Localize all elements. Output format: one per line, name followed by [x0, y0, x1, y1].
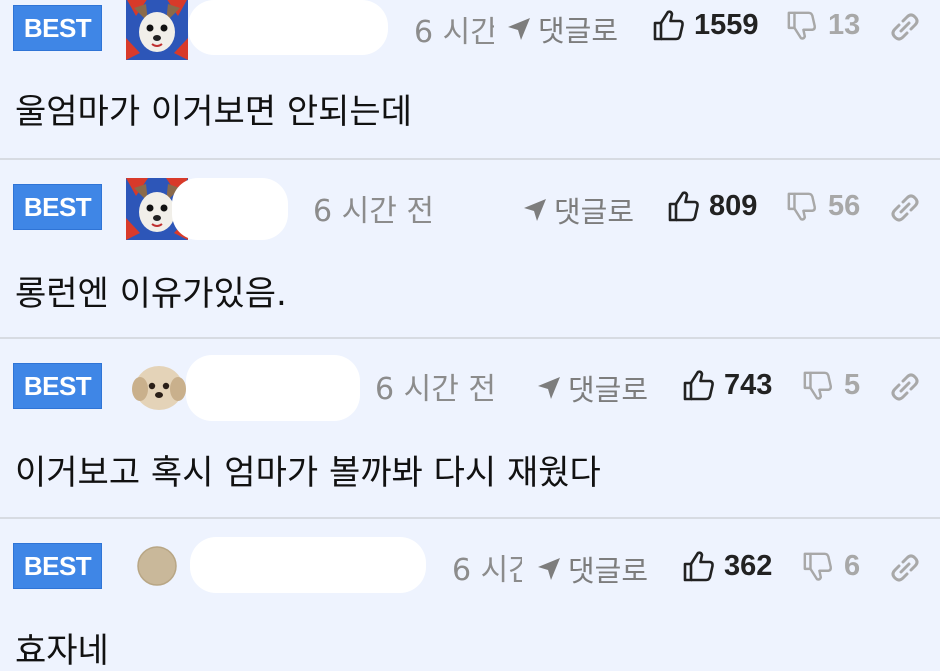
like-button[interactable]: 1559 — [652, 8, 759, 42]
author-name-hidden — [190, 537, 426, 593]
comment-time: 6 시간 전 — [375, 372, 496, 407]
reply-label: 댓글로 — [568, 373, 649, 407]
dislike-button[interactable]: 5 — [802, 369, 860, 402]
like-button[interactable]: 362 — [682, 549, 772, 583]
like-button[interactable]: 743 — [682, 368, 772, 402]
comment-text: 이거보고 혹시 엄마가 볼까봐 다시 재웠다 — [15, 453, 601, 493]
thumbs-up-icon — [682, 549, 716, 583]
comment-time: 6 시간 전 — [313, 194, 434, 229]
thumbs-down-icon — [786, 191, 818, 223]
comment-text: 롱런엔 이유가있음. — [15, 274, 287, 314]
comment-item: BEST 6 시간 전 댓글로 362 6 효자네 — [0, 519, 940, 671]
link-icon[interactable] — [890, 193, 920, 223]
reply-label: 댓글로 — [554, 195, 635, 229]
thumbs-up-icon — [652, 8, 686, 42]
comment-item: BEST 6 시간 전 댓글로 1559 13 울엄마가 이거보면 안되는데 — [0, 0, 940, 160]
dislike-count: 56 — [828, 190, 861, 222]
send-arrow-icon — [536, 375, 562, 401]
reply-button[interactable]: 댓글로 — [536, 548, 648, 590]
link-icon[interactable] — [890, 553, 920, 583]
thumbs-down-icon — [786, 10, 818, 42]
comment-item: BEST 6 시간 전 댓글로 743 5 이거보고 혹시 엄마가 볼까봐 다시… — [0, 339, 940, 519]
send-arrow-icon — [522, 197, 548, 223]
puppy-avatar-icon[interactable] — [128, 355, 190, 417]
comment-item: BEST 6 시간 전 댓글로 809 56 롱런엔 이유가있음. — [0, 160, 940, 339]
dislike-count: 6 — [844, 550, 861, 582]
like-count: 1559 — [694, 8, 759, 41]
thumbs-down-icon — [802, 551, 834, 583]
like-count: 362 — [724, 549, 773, 582]
comment-time: 6 시간 전 — [414, 15, 494, 50]
dislike-button[interactable]: 6 — [802, 550, 860, 583]
like-button[interactable]: 809 — [667, 189, 757, 223]
like-count: 743 — [724, 368, 773, 401]
reply-label: 댓글로 — [568, 554, 649, 588]
comment-text: 효자네 — [15, 631, 109, 671]
reply-button[interactable]: 댓글로 — [536, 367, 648, 409]
reply-label: 댓글로 — [538, 14, 619, 48]
best-badge: BEST — [13, 363, 102, 409]
thumbs-up-icon — [667, 189, 701, 223]
comment-list: BEST 6 시간 전 댓글로 1559 13 울엄마가 이거보면 안되는데 B… — [0, 0, 940, 671]
best-badge: BEST — [13, 5, 102, 51]
dislike-count: 13 — [828, 9, 861, 41]
comment-time: 6 시간 전 — [452, 553, 522, 588]
dog-avatar-icon[interactable] — [126, 0, 188, 60]
dislike-button[interactable]: 56 — [786, 190, 860, 223]
like-count: 809 — [709, 189, 758, 222]
author-name-hidden — [172, 178, 288, 240]
author-name-hidden — [186, 355, 360, 421]
send-arrow-icon — [506, 16, 532, 42]
thumbs-down-icon — [802, 370, 834, 402]
author-name-hidden — [188, 0, 388, 55]
thumbs-up-icon — [682, 368, 716, 402]
best-badge: BEST — [13, 184, 102, 230]
link-icon[interactable] — [890, 12, 920, 42]
dislike-count: 5 — [844, 369, 861, 401]
link-icon[interactable] — [890, 372, 920, 402]
comment-text: 울엄마가 이거보면 안되는데 — [15, 92, 412, 132]
reply-button[interactable]: 댓글로 — [506, 8, 618, 50]
dislike-button[interactable]: 13 — [786, 9, 860, 42]
reply-button[interactable]: 댓글로 — [522, 189, 634, 231]
round-avatar-icon[interactable] — [126, 535, 188, 597]
send-arrow-icon — [536, 556, 562, 582]
best-badge: BEST — [13, 543, 102, 589]
